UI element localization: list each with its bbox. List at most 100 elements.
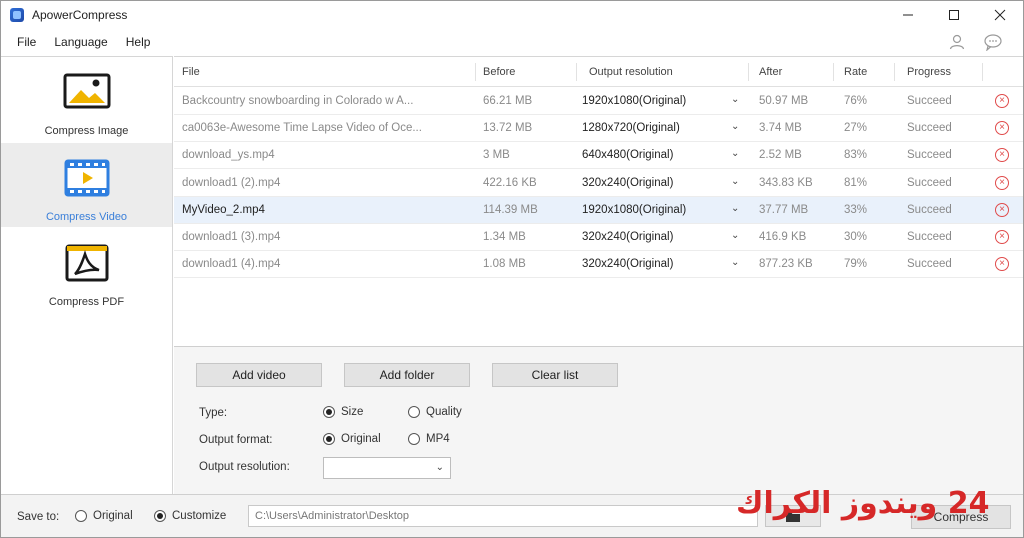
cell-after: 3.74 MB [759,122,802,135]
close-button[interactable] [977,1,1023,29]
cell-output-resolution[interactable]: 320x240(Original) [582,177,732,189]
table-row[interactable]: ca0063e-Awesome Time Lapse Video of Oce.… [174,115,1023,143]
cell-output-resolution[interactable]: 1920x1080(Original) [582,95,732,107]
chevron-down-icon[interactable]: ⌄ [731,121,739,132]
radio-label: Original [341,433,381,445]
cell-progress: Succeed [907,122,952,135]
radio-selected-icon [323,433,335,445]
cell-output-resolution[interactable]: 320x240(Original) [582,258,732,270]
output-path-field[interactable]: C:\Users\Administrator\Desktop [248,505,758,527]
chevron-down-icon[interactable]: ⌄ [731,176,739,187]
remove-row-icon[interactable]: × [995,94,1009,108]
window-controls [885,1,1023,29]
cell-progress: Succeed [907,203,952,216]
type-quality-radio[interactable]: Quality [408,406,462,418]
radio-selected-icon [323,406,335,418]
header-before[interactable]: Before [483,66,515,78]
remove-row-icon[interactable]: × [995,175,1009,190]
remove-row-icon[interactable]: × [995,121,1009,136]
header-output-resolution[interactable]: Output resolution [589,66,673,78]
column-divider [576,63,577,81]
menu-bar: File Language Help [1,29,1023,55]
title-bar: ApowerCompress [1,1,1023,29]
menu-help[interactable]: Help [126,35,151,49]
table-row[interactable]: download_ys.mp4 3 MB 640x480(Original) 2.52… [174,142,1023,170]
cell-file: Backcountry snowboarding in Colorado w A… [182,95,414,107]
table-row[interactable]: download1 (2).mp4 422.16 KB 320x240(Origin… [174,170,1023,197]
remove-row-icon[interactable]: × [995,257,1009,272]
watermark-text: 24 ويندوز الكراك [736,486,990,521]
save-original-radio[interactable]: Original [75,510,133,522]
window-title: ApowerCompress [32,8,128,22]
close-icon [994,9,1006,21]
type-size-radio[interactable]: Size [323,406,363,418]
sidebar-item-compress-image[interactable]: Compress Image [1,57,172,141]
feedback-button[interactable] [983,32,1003,52]
user-icon [949,34,965,50]
format-original-radio[interactable]: Original [323,433,381,445]
sidebar-item-label: Compress PDF [48,296,125,308]
radio-empty-icon [408,433,420,445]
radio-label: Original [93,510,133,522]
header-rate[interactable]: Rate [844,66,867,78]
sidebar-item-compress-pdf[interactable]: Compress PDF [1,228,172,312]
cell-file: MyVideo_2.mp4 [182,203,265,216]
table-row[interactable]: Backcountry snowboarding in Colorado w A… [174,88,1023,115]
add-video-button[interactable]: Add video [196,363,322,387]
minimize-button[interactable] [885,1,931,29]
user-button[interactable] [947,32,967,52]
cell-rate: 83% [844,149,868,162]
cell-after: 2.52 MB [759,149,802,162]
chevron-down-icon[interactable]: ⌄ [731,148,739,159]
save-to-label: Save to: [17,511,60,523]
add-folder-button[interactable]: Add folder [344,363,470,387]
radio-label: Quality [426,406,462,418]
header-after[interactable]: After [759,66,782,78]
cell-output-resolution[interactable]: 1920x1080(Original) [582,204,732,216]
table-row[interactable]: download1 (4).mp4 1.08 MB 320x240(Original… [174,251,1023,279]
cell-output-resolution[interactable]: 1280x720(Original) [582,122,732,134]
menu-file[interactable]: File [17,35,36,49]
pdf-icon [65,244,108,282]
cell-before: 1.34 MB [483,231,526,243]
sidebar-item-label: Compress Image [44,125,129,137]
table-row[interactable]: download1 (3).mp4 1.34 MB 320x240(Original… [174,224,1023,251]
cell-progress: Succeed [907,258,952,271]
column-divider [982,63,983,81]
output-format-label: Output format: [199,434,273,446]
cell-before: 13.72 MB [483,122,533,135]
app-logo-icon [10,8,24,22]
chevron-down-icon[interactable]: ⌄ [731,257,739,268]
cell-rate: 27% [844,122,868,135]
sidebar-item-label: Compress Video [45,211,128,223]
image-icon [63,73,110,109]
cell-before: 422.16 KB [483,176,537,189]
remove-row-icon[interactable]: × [995,202,1009,217]
cell-output-resolution[interactable]: 640x480(Original) [582,149,732,161]
chevron-down-icon[interactable]: ⌄ [731,94,739,105]
save-customize-radio[interactable]: Customize [154,510,226,522]
clear-list-button[interactable]: Clear list [492,363,618,387]
remove-row-icon[interactable]: × [995,148,1009,163]
table-row[interactable]: MyVideo_2.mp4 114.39 MB 1920x1080(Original… [174,196,1023,224]
format-mp4-radio[interactable]: MP4 [408,433,450,445]
output-resolution-select[interactable]: ⌄ [323,457,451,479]
menu-language[interactable]: Language [54,35,107,49]
header-file[interactable]: File [182,66,200,78]
chevron-down-icon: ⌄ [435,462,444,473]
sidebar-item-compress-video[interactable]: Compress Video [1,143,172,227]
maximize-button[interactable] [931,1,977,29]
cell-progress: Succeed [907,176,952,189]
remove-row-icon[interactable]: × [995,230,1009,244]
header-progress[interactable]: Progress [907,66,951,78]
column-divider [475,63,476,81]
cell-rate: 76% [844,95,868,107]
cell-file: download1 (4).mp4 [182,258,281,271]
radio-label: MP4 [426,433,450,445]
cell-before: 3 MB [483,149,510,162]
output-resolution-label: Output resolution: [199,461,290,473]
cell-after: 416.9 KB [759,231,807,243]
cell-output-resolution[interactable]: 320x240(Original) [582,231,732,243]
chevron-down-icon[interactable]: ⌄ [731,203,739,214]
chevron-down-icon[interactable]: ⌄ [731,230,739,241]
